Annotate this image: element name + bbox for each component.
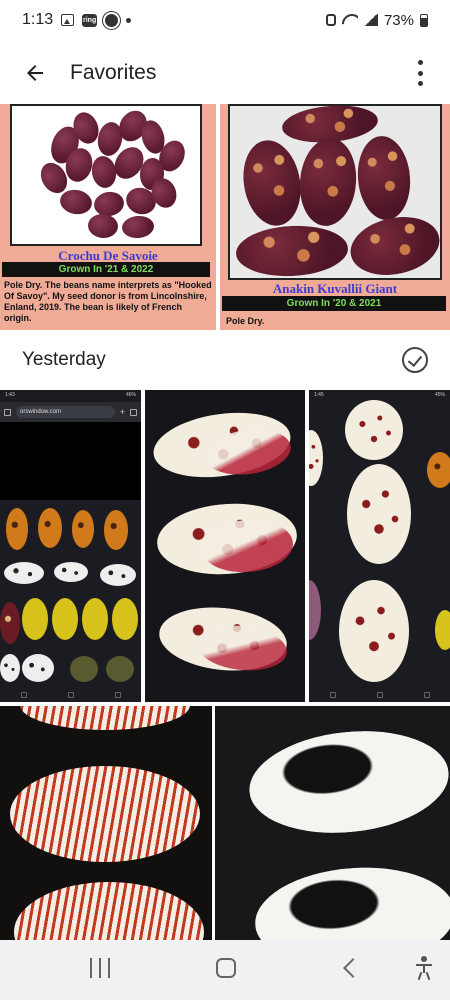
more-options-button[interactable] [408, 60, 432, 86]
mini-time: 1:43 [5, 392, 15, 398]
status-time: 1:13 [22, 11, 54, 28]
bean-photo [10, 104, 202, 246]
home-icon[interactable] [216, 958, 236, 978]
mini-battery: 45% [434, 392, 445, 398]
gallery-notification-icon [61, 14, 75, 26]
page-title: Favorites [70, 61, 157, 84]
settings-notification-icon [105, 13, 119, 27]
ring-notification-icon: ring [82, 13, 98, 27]
status-left: 1:13 ring [22, 11, 132, 29]
mini-nav-bar [309, 688, 450, 702]
section-label: Yesterday [22, 349, 106, 370]
arrow-back-icon [27, 65, 43, 81]
grown-years: Grown In '21 & 2022 [2, 262, 210, 277]
bean-description: Pole Dry. [226, 316, 265, 326]
mini-nav-bar [0, 688, 141, 702]
grown-years: Grown In '20 & 2021 [222, 296, 446, 311]
battery-icon [420, 13, 428, 27]
section-header-yesterday: Yesterday [0, 340, 450, 380]
bean-name: Anakin Kuvallii Giant [272, 281, 398, 296]
gallery-screen: 1:13 ring 73% Favorites Crochu De Savoie… [0, 0, 450, 1000]
app-bar: Favorites [0, 40, 450, 106]
more-notifications-icon [126, 17, 132, 23]
more-vert-icon [417, 60, 423, 65]
favorites-row: Crochu De Savoie Grown In '21 & 2022 Pol… [0, 104, 450, 330]
signal-icon [363, 14, 378, 26]
mini-url: orswindow.com [16, 406, 115, 418]
mini-url-bar: orswindow.com + [0, 402, 141, 422]
photo-thumbnail-3[interactable]: 1:45 45% [309, 390, 450, 702]
bean-photo [228, 104, 445, 283]
bean-description: Pole Dry. The beans name interprets as "… [4, 280, 212, 323]
mini-time: 1:45 [314, 392, 324, 398]
accessibility-icon[interactable] [414, 956, 434, 981]
mini-status-bar: 1:43 46% [0, 390, 141, 402]
home-mini-icon [4, 408, 11, 416]
plus-mini-icon: + [119, 407, 125, 417]
photo-thumbnail-1[interactable]: 1:43 46% orswindow.com + [0, 390, 141, 702]
battery-percent: 73% [383, 11, 414, 29]
favorite-thumbnail-1[interactable]: Crochu De Savoie Grown In '21 & 2022 Pol… [0, 104, 216, 330]
photo-thumbnail-5[interactable] [215, 706, 450, 940]
nav-back-icon[interactable] [343, 958, 363, 978]
system-nav-bar [0, 940, 450, 1000]
recents-icon[interactable] [90, 958, 110, 978]
photo-thumbnail-4[interactable] [0, 706, 212, 940]
check-circle-icon[interactable] [402, 347, 428, 373]
status-right: 73% [325, 11, 428, 29]
favorite-thumbnail-2[interactable]: Anakin Kuvallii Giant Grown In '20 & 202… [220, 104, 450, 330]
mini-battery: 46% [125, 392, 136, 398]
lock-icon [325, 14, 336, 26]
photo-thumbnail-2[interactable] [145, 390, 305, 702]
tabs-mini-icon [130, 408, 137, 416]
back-button[interactable] [0, 40, 70, 106]
status-bar: 1:13 ring 73% [0, 0, 450, 40]
wifi-icon [342, 14, 358, 26]
